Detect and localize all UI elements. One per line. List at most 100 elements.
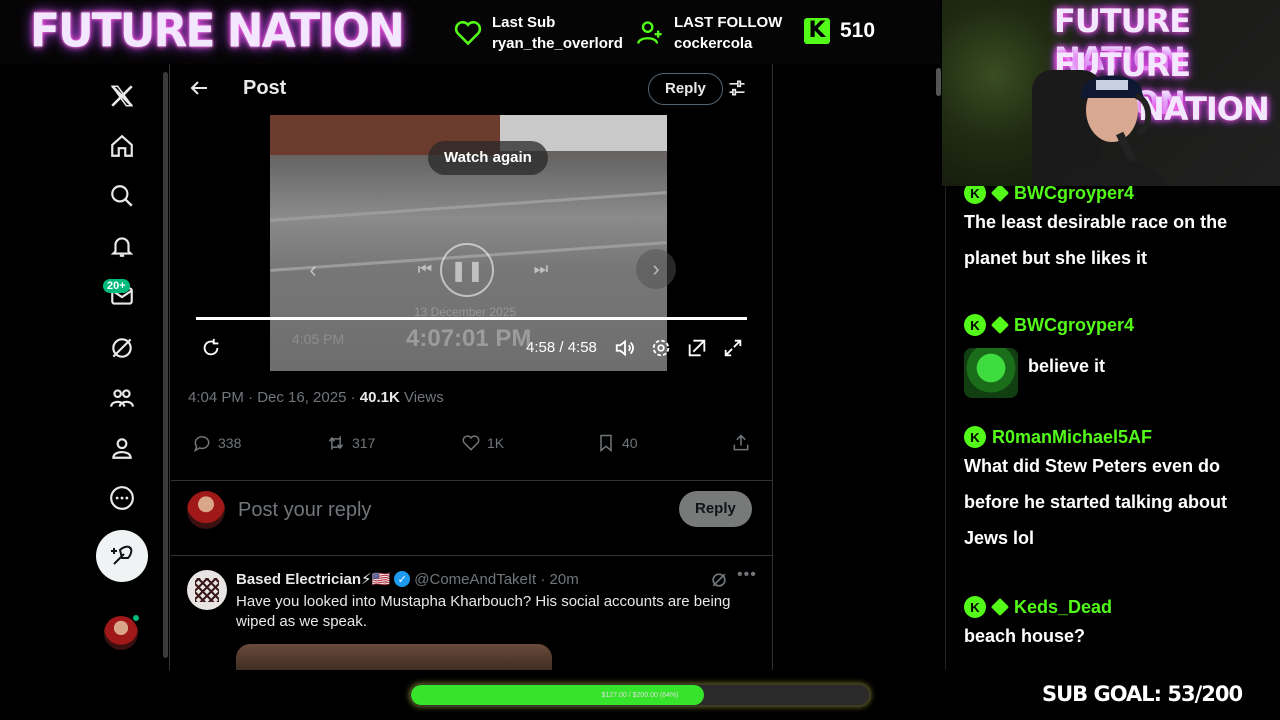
chat-message: K BWCgroyper4 [964, 314, 1264, 336]
verified-badge-icon: ✓ [394, 571, 411, 587]
commenter-avatar[interactable] [187, 570, 227, 610]
kick-follower-widget: K 510 [804, 18, 875, 44]
sub-goal-text: SUB GOAL: 53/200 [1042, 682, 1243, 706]
repost-action[interactable]: 317 [326, 433, 375, 453]
back-arrow-icon[interactable] [187, 76, 211, 100]
reply-action[interactable]: 338 [192, 433, 241, 453]
chat-username[interactable]: R0manMichael5AF [992, 427, 1152, 448]
webcam-feed: FUTURE NATION FUTURE NATION NATION [942, 0, 1280, 186]
compose-icon [111, 545, 133, 565]
reply-submit-button[interactable]: Reply [679, 491, 752, 527]
sliders-icon[interactable] [727, 78, 747, 98]
post-timestamp[interactable]: 4:04 PM · Dec 16, 2025 · [188, 389, 360, 406]
chat-username[interactable]: BWCgroyper4 [1014, 315, 1134, 336]
bell-icon[interactable] [102, 226, 142, 266]
grok-icon[interactable] [709, 570, 729, 590]
repost-count: 317 [352, 435, 376, 451]
sub-badge-icon [990, 315, 1010, 335]
kick-count: 510 [840, 19, 876, 42]
chat-text: planet but she likes it [964, 248, 1148, 268]
sidebar-scrollbar[interactable] [163, 72, 168, 658]
watch-again-button[interactable]: Watch again [428, 141, 548, 175]
chat-text: beach house? [964, 626, 1086, 646]
video-overlay-time-small: 4:05 PM [292, 331, 345, 347]
chat-emote [964, 348, 1018, 398]
chat-message: K BWCgroyper4 The least desirable race on… [964, 186, 1264, 276]
comment-header: Based Electrician⚡🇺🇸 ✓ @ComeAndTakeIt · … [236, 570, 579, 589]
bookmark-action[interactable]: 40 [596, 433, 638, 453]
fullscreen-icon[interactable] [722, 337, 744, 359]
messages-badge: 20+ [103, 279, 130, 293]
video-time: 4:58 / 4:58 [526, 339, 597, 356]
bookmark-icon [600, 434, 612, 453]
grok-icon[interactable] [102, 328, 142, 368]
x-sidebar: 20+ [0, 64, 170, 670]
chat-text: What did Stew Peters even do [964, 456, 1221, 476]
last-sub-value: ryan_the_overlord [492, 35, 623, 52]
replay-icon[interactable] [200, 337, 222, 359]
repost-icon [328, 436, 344, 450]
search-icon[interactable] [102, 176, 142, 216]
online-indicator [132, 614, 140, 622]
post-action-bar: 338 317 1K 40 [188, 433, 758, 463]
chevron-right-icon[interactable]: › [636, 249, 676, 289]
chat-username[interactable]: BWCgroyper4 [1014, 186, 1134, 204]
browser-window: 20+ Post Reply Watch again ‹ ⏮ ❚❚ ⏭ › 13… [0, 64, 946, 674]
commenter-handle[interactable]: @ComeAndTakeIt · 20m [414, 571, 578, 588]
avatar [187, 491, 225, 529]
volume-icon[interactable] [614, 337, 636, 359]
reply-tweet[interactable]: Based Electrician⚡🇺🇸 ✓ @ComeAndTakeIt · … [171, 556, 773, 674]
compose-button[interactable] [96, 530, 148, 582]
chat-text: The least desirable race on the [964, 212, 1228, 232]
post-header: Post Reply [171, 64, 773, 114]
last-sub-widget: Last Sub ryan_the_overlord [454, 12, 623, 54]
gear-icon[interactable] [650, 337, 672, 359]
last-follow-value: cockercola [674, 35, 753, 52]
comment-text: Have you looked into Mustapha Kharbouch?… [236, 593, 731, 630]
like-action[interactable]: 1K [461, 433, 504, 453]
chevron-left-icon[interactable]: ‹ [300, 257, 326, 283]
reply-input[interactable]: Post your reply [238, 499, 371, 522]
post-views-count: 40.1K [359, 389, 400, 406]
home-icon[interactable] [102, 126, 142, 166]
pause-icon[interactable]: ❚❚ [440, 243, 494, 297]
x-logo-icon[interactable] [102, 76, 142, 116]
bookmark-count: 40 [622, 435, 638, 451]
skip-back-icon[interactable]: ⏮ [412, 257, 438, 283]
heart-icon [454, 20, 482, 46]
page-title: Post [243, 77, 287, 99]
skip-forward-icon[interactable]: ⏭ [528, 257, 554, 283]
last-follow-label: LAST FOLLOW [674, 14, 783, 31]
like-count: 1K [487, 435, 505, 451]
share-action[interactable] [731, 433, 751, 453]
chat-message: K R0manMichael5AF What did Stew Peters ev… [964, 426, 1264, 556]
video-overlay-time: 4:07:01 PM [406, 325, 532, 352]
sub-badge-icon [990, 597, 1010, 617]
kick-logo-icon: K [964, 426, 986, 448]
chat-text: before he started talking about [964, 492, 1228, 512]
page-scrollbar[interactable] [936, 68, 941, 96]
share-icon [733, 434, 749, 451]
stream-top-bar: FUTURE NATION Last Sub ryan_the_overlord… [0, 0, 940, 64]
more-icon[interactable] [102, 478, 142, 518]
communities-icon[interactable] [102, 378, 142, 418]
streamer-image [1062, 75, 1166, 186]
chat-username[interactable]: Keds_Dead [1014, 597, 1112, 618]
stream-chat: K BWCgroyper4 The least desirable race on… [946, 186, 1280, 670]
profile-icon[interactable] [102, 428, 142, 468]
video-player[interactable]: Watch again ‹ ⏮ ❚❚ ⏭ › 13 December 2025 … [188, 115, 755, 371]
chat-text: Jews lol [964, 528, 1035, 548]
video-progress-bar[interactable] [196, 317, 747, 320]
chat-message: K Keds_Dead beach house? [964, 596, 1264, 654]
comment-icon [194, 436, 210, 453]
pip-icon[interactable] [686, 337, 708, 359]
post-meta: 4:04 PM · Dec 16, 2025 · 40.1K Views [188, 389, 444, 406]
heart-icon [462, 435, 480, 451]
reply-header-button[interactable]: Reply [648, 73, 723, 105]
kick-logo-icon: K [804, 18, 830, 44]
chat-text: believe it [1028, 356, 1106, 376]
reply-count: 338 [218, 435, 242, 451]
last-sub-label: Last Sub [492, 14, 556, 31]
more-options-icon[interactable]: ••• [737, 566, 757, 584]
commenter-name[interactable]: Based Electrician⚡🇺🇸 [236, 570, 390, 588]
